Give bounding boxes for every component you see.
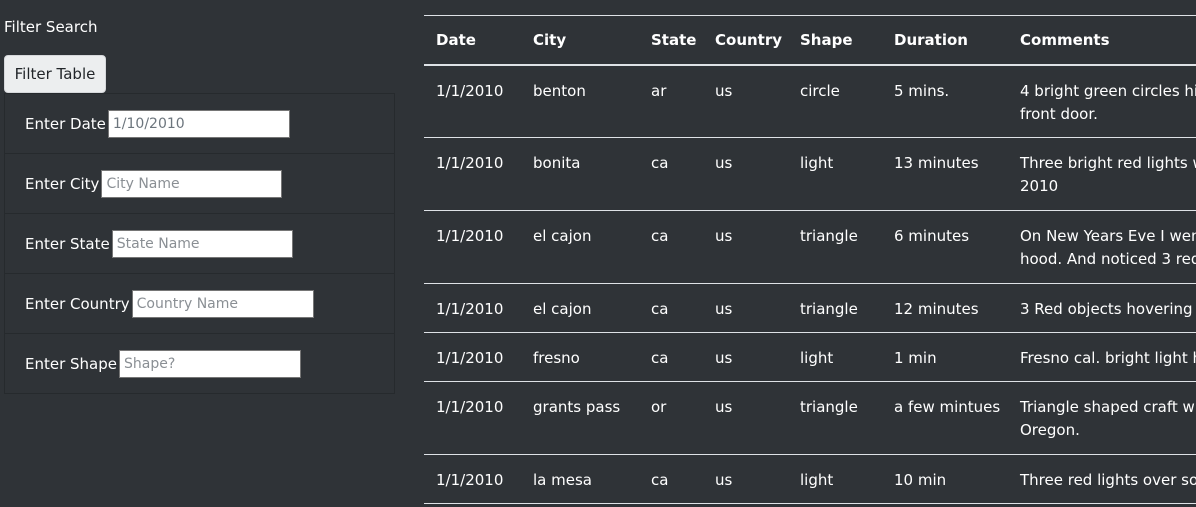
filter-item-city: Enter City (5, 154, 394, 214)
cell-country: us (703, 210, 788, 284)
cell-duration: 12 minutes (882, 283, 1008, 333)
cell-shape: triangle (788, 210, 882, 284)
header-state: State (651, 30, 697, 49)
cell-shape: triangle (788, 283, 882, 333)
cell-duration: 6 minutes (882, 210, 1008, 284)
comment-line: 3 Red objects hovering o (1020, 300, 1196, 318)
ufo-table-container: Date City State Country Shape Duration C… (424, 15, 1196, 507)
comment-line: Oregon. (1020, 421, 1080, 439)
cell-shape: light (788, 454, 882, 504)
cell-shape: light (788, 332, 882, 382)
cell-date: 1/1/2010 (424, 381, 521, 455)
cell-duration: a few mintues (882, 381, 1008, 455)
cell-date: 1/1/2010 (424, 332, 521, 382)
cell-state: or (639, 381, 703, 455)
cell-state: ar (639, 64, 703, 138)
cell-comments: 3 Red objects hovering o (1008, 283, 1196, 333)
cell-shape: triangle (788, 381, 882, 455)
cell-comments: Three red lights over sou (1008, 454, 1196, 504)
cell-shape: circle (788, 64, 882, 138)
comment-line: Fresno cal. bright light ho (1020, 349, 1196, 367)
country-input[interactable] (131, 289, 314, 318)
filter-table-button[interactable]: Filter Table (4, 55, 106, 93)
ufo-sightings-table: Date City State Country Shape Duration C… (424, 15, 1196, 504)
table-row: 1/1/2010 la mesa ca us light 10 min Thre… (424, 454, 1196, 504)
comment-line: Three bright red lights wi (1020, 154, 1196, 172)
date-input[interactable] (107, 109, 290, 138)
filter-item-date: Enter Date (5, 94, 394, 154)
comment-line: 4 bright green circles hig (1020, 81, 1196, 100)
cell-duration: 1 min (882, 332, 1008, 382)
cell-shape: light (788, 137, 882, 211)
cell-comments: On New Years Eve I went hood. And noticed… (1008, 210, 1196, 284)
cell-date: 1/1/2010 (424, 64, 521, 138)
comment-line: On New Years Eve I went (1020, 227, 1196, 245)
cell-date: 1/1/2010 (424, 454, 521, 504)
table-header-row: Date City State Country Shape Duration C… (424, 15, 1196, 65)
cell-comments: Triangle shaped craft with Oregon. (1008, 381, 1196, 455)
state-input[interactable] (111, 229, 293, 258)
cell-city: la mesa (521, 454, 639, 504)
comment-line: 2010 (1020, 177, 1059, 195)
table-row: 1/1/2010 grants pass or us triangle a fe… (424, 381, 1196, 455)
header-duration: Duration (894, 30, 968, 49)
header-shape: Shape (800, 30, 853, 49)
cell-state: ca (639, 454, 703, 504)
header-date: Date (436, 30, 476, 49)
shape-input[interactable] (119, 350, 301, 378)
cell-duration: 13 minutes (882, 137, 1008, 211)
cell-comments: 4 bright green circles hig front door. (1008, 64, 1196, 138)
cell-state: ca (639, 210, 703, 284)
country-label: Enter Country (25, 294, 130, 313)
table-row: 1/1/2010 benton ar us circle 5 mins. 4 b… (424, 64, 1196, 138)
cell-city: grants pass (521, 381, 639, 455)
cell-date: 1/1/2010 (424, 137, 521, 211)
cell-city: benton (521, 64, 639, 138)
table-row: 1/1/2010 bonita ca us light 13 minutes T… (424, 137, 1196, 211)
comment-line: Three red lights over sou (1020, 471, 1196, 489)
cell-city: bonita (521, 137, 639, 211)
cell-comments: Three bright red lights wi 2010 (1008, 137, 1196, 211)
comment-line: front door. (1020, 104, 1098, 123)
filter-list: Enter Date Enter City Enter State Enter … (4, 93, 395, 394)
table-row: 1/1/2010 el cajon ca us triangle 6 minut… (424, 210, 1196, 284)
cell-country: us (703, 137, 788, 211)
header-country: Country (715, 30, 783, 49)
date-label: Enter Date (25, 114, 106, 133)
cell-date: 1/1/2010 (424, 210, 521, 284)
cell-city: el cajon (521, 210, 639, 284)
table-row: 1/1/2010 el cajon ca us triangle 12 minu… (424, 283, 1196, 333)
cell-city: el cajon (521, 283, 639, 333)
cell-country: us (703, 332, 788, 382)
table-row: 1/1/2010 fresno ca us light 1 min Fresno… (424, 332, 1196, 382)
filter-item-state: Enter State (5, 214, 394, 274)
header-city: City (533, 30, 567, 49)
filter-item-shape: Enter Shape (5, 334, 394, 394)
cell-duration: 5 mins. (882, 64, 1008, 138)
comment-line: Triangle shaped craft with (1020, 398, 1196, 416)
city-label: Enter City (25, 174, 100, 193)
cell-state: ca (639, 137, 703, 211)
cell-country: us (703, 283, 788, 333)
cell-city: fresno (521, 332, 639, 382)
state-label: Enter State (25, 234, 110, 253)
filter-sidebar: Filter Search Filter Table Enter Date En… (0, 0, 400, 507)
cell-country: us (703, 454, 788, 504)
cell-duration: 10 min (882, 454, 1008, 504)
cell-country: us (703, 64, 788, 138)
comment-line: hood. And noticed 3 red (1020, 250, 1196, 268)
cell-state: ca (639, 332, 703, 382)
cell-country: us (703, 381, 788, 455)
city-input[interactable] (101, 169, 283, 198)
header-comments: Comments (1020, 30, 1110, 49)
cell-date: 1/1/2010 (424, 283, 521, 333)
cell-state: ca (639, 283, 703, 333)
shape-label: Enter Shape (25, 355, 117, 373)
filter-item-country: Enter Country (5, 274, 394, 334)
filter-search-title: Filter Search (4, 18, 98, 36)
cell-comments: Fresno cal. bright light ho (1008, 332, 1196, 382)
